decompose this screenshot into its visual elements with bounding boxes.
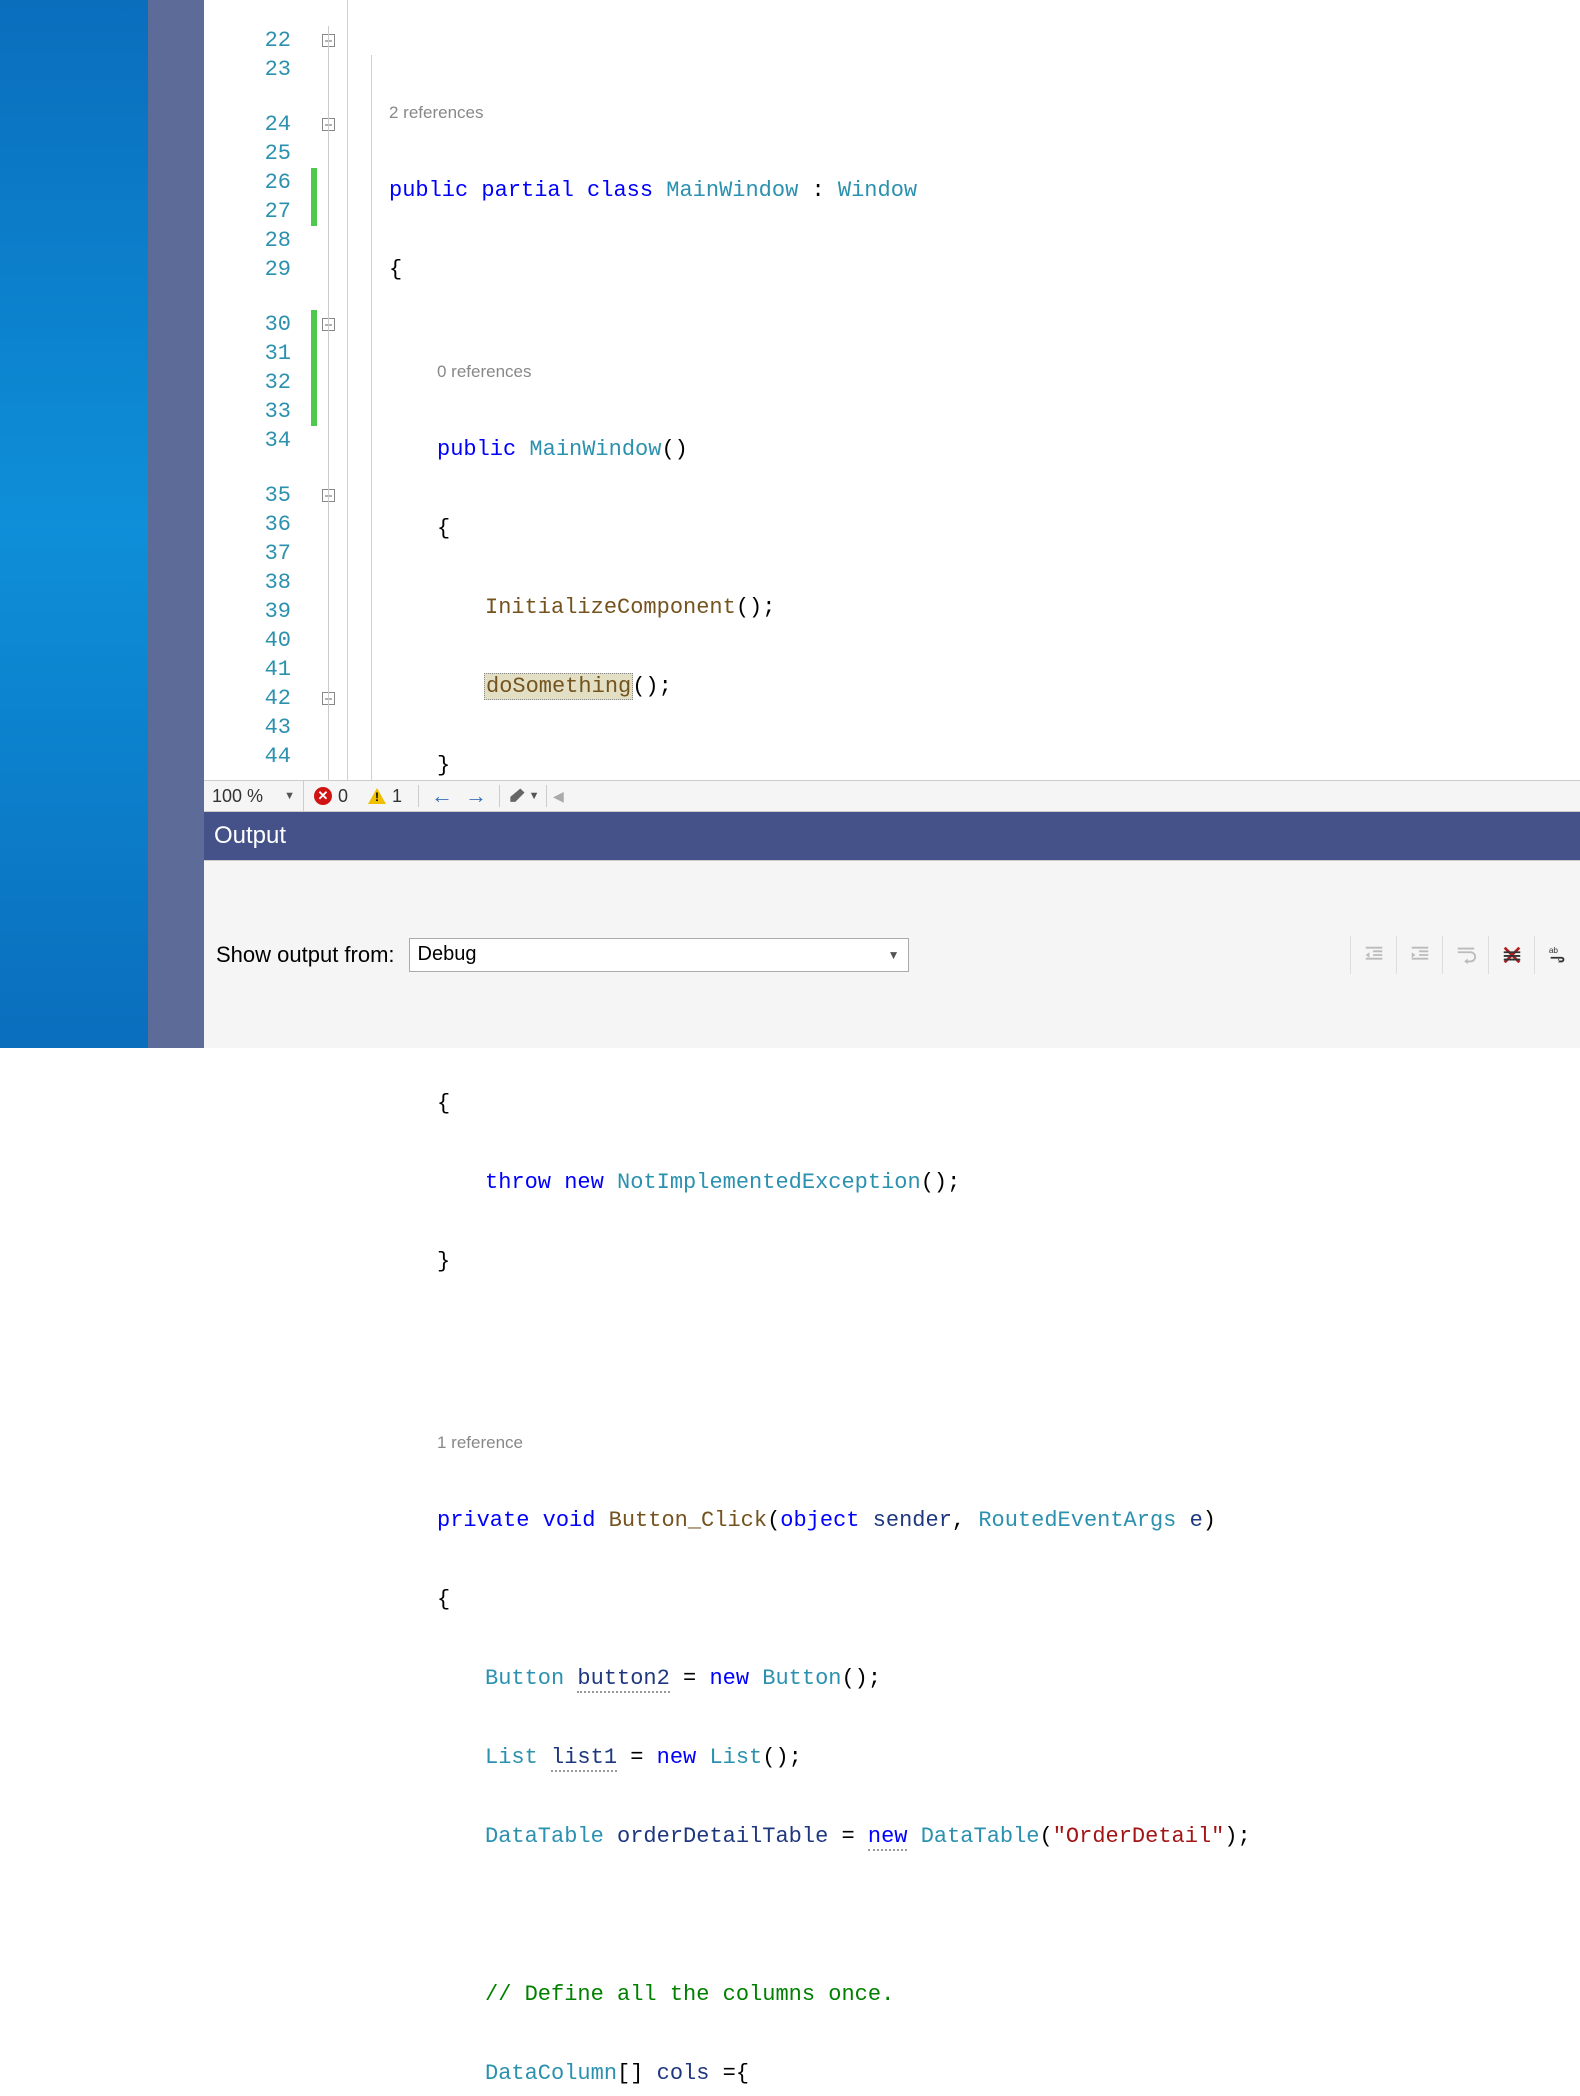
divider [546,785,547,807]
line-number: 33 [204,397,291,426]
indent-guides [343,0,389,780]
desktop-background [0,0,148,1048]
line-number: 27 [204,197,291,226]
scroll-left-icon[interactable]: ◀ [553,788,577,805]
line-number: 36 [204,510,291,539]
line-number: 23 [204,55,291,84]
output-source-label: Show output from: [216,942,395,968]
line-number-gutter: 22 23 24 25 26 27 28 29 30 31 32 33 34 3… [204,0,309,780]
eraser-icon [507,786,527,806]
codelens-references[interactable]: 0 references [389,359,1580,385]
code-editor[interactable]: 22 23 24 25 26 27 28 29 30 31 32 33 34 3… [204,0,1580,780]
chevron-down-icon: ▼ [529,790,540,802]
ab-wrap-icon: ab [1547,944,1569,966]
line-number: 30 [204,310,291,339]
window-chrome [148,0,204,1048]
word-wrap-icon [1455,944,1477,966]
line-number: 37 [204,539,291,568]
line-number: 29 [204,255,291,284]
code-text-area[interactable]: 2 references public partial class MainWi… [389,0,1580,780]
chevron-down-icon: ▼ [284,790,295,802]
line-number: 31 [204,339,291,368]
error-icon: ✕ [314,787,332,805]
word-wrap-button[interactable] [1442,936,1488,974]
line-number: 35 [204,481,291,510]
clear-all-icon [1501,944,1523,966]
line-number: 41 [204,655,291,684]
line-number: 32 [204,368,291,397]
line-number: 42 [204,684,291,713]
indent-decrease-icon [1363,944,1385,966]
line-number: 22 [204,26,291,55]
indent-increase-button[interactable] [1396,936,1442,974]
nav-forward-button[interactable]: → [459,781,493,811]
line-number: 25 [204,139,291,168]
indent-decrease-button[interactable] [1350,936,1396,974]
line-number: 43 [204,713,291,742]
line-number: 39 [204,597,291,626]
line-number: 28 [204,226,291,255]
output-source-dropdown[interactable]: Debug ▼ [409,938,909,972]
toggle-wrap-button[interactable]: ab [1534,936,1580,974]
symbol-reference-highlight: doSomething [484,673,633,700]
warning-icon [368,788,386,804]
line-number: 44 [204,742,291,771]
clear-all-button[interactable] [1488,936,1534,974]
output-toolbar: Show output from: Debug ▼ ab [204,860,1580,1048]
line-number: 24 [204,110,291,139]
indent-increase-icon [1409,944,1431,966]
codelens-references[interactable]: 1 reference [389,1430,1580,1456]
svg-text:ab: ab [1548,946,1558,955]
line-number: 34 [204,426,291,455]
editor-status-bar: 100 % ▼ ✕ 0 1 ← → ▼ ◀ [204,780,1580,812]
zoom-dropdown[interactable]: 100 % ▼ [204,781,304,811]
output-panel-title[interactable]: Output [204,812,1580,860]
line-number: 26 [204,168,291,197]
zoom-value: 100 % [212,786,263,807]
divider [499,785,500,807]
code-folding-column[interactable] [319,0,343,780]
chevron-down-icon: ▼ [888,948,900,962]
change-indicator-bar [309,0,319,780]
divider [418,785,419,807]
warning-count[interactable]: 1 [358,781,412,811]
line-number: 40 [204,626,291,655]
clear-button[interactable]: ▼ [506,786,540,806]
nav-back-button[interactable]: ← [425,781,459,811]
line-number: 38 [204,568,291,597]
error-count[interactable]: ✕ 0 [304,781,358,811]
codelens-references[interactable]: 2 references [389,100,1580,126]
